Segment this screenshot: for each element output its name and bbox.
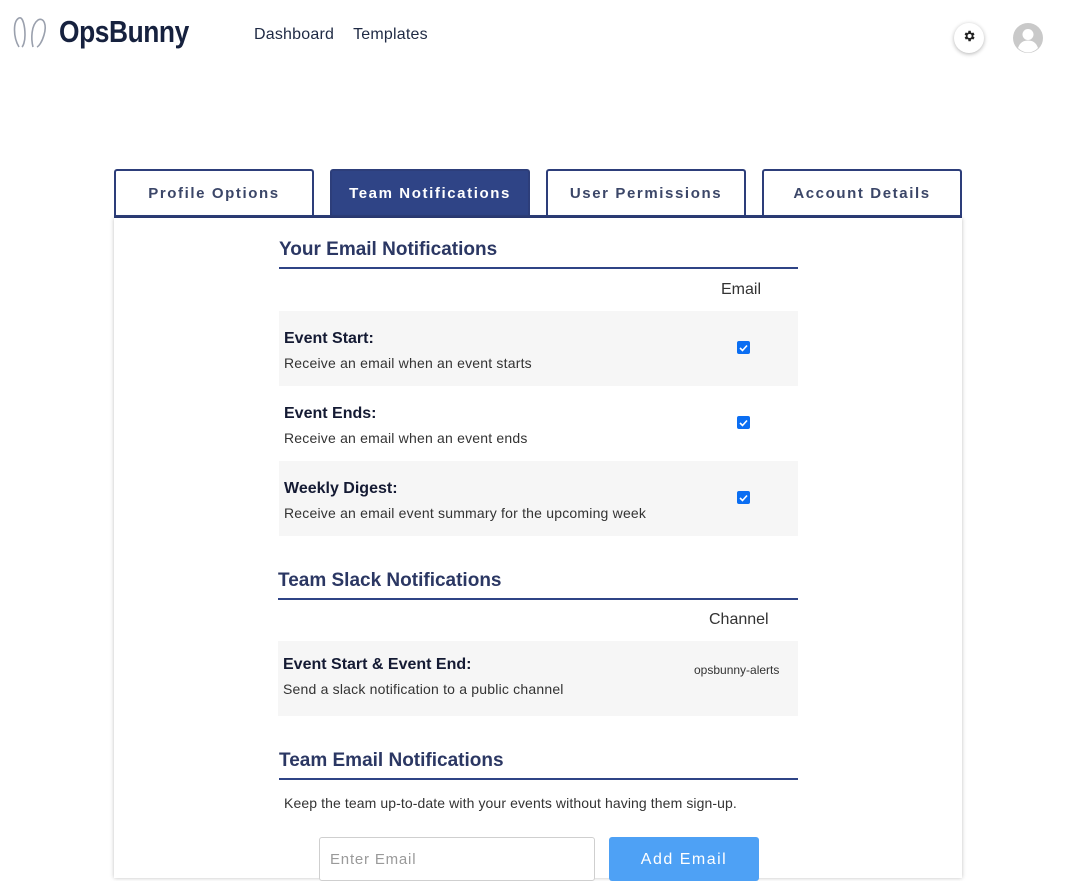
nav-dashboard[interactable]: Dashboard — [254, 26, 334, 44]
tab-team-notifications[interactable]: Team Notifications — [330, 169, 530, 215]
nav-templates[interactable]: Templates — [353, 26, 428, 44]
team-email-helper-text: Keep the team up-to-date with your event… — [284, 795, 737, 811]
notification-row-event-ends: Event Ends: Receive an email when an eve… — [279, 386, 798, 461]
event-start-checkbox[interactable] — [737, 341, 750, 354]
row-title: Event Start & Event End: — [283, 656, 472, 673]
event-ends-checkbox[interactable] — [737, 416, 750, 429]
team-email-title: Team Email Notifications — [279, 750, 798, 780]
weekly-digest-checkbox[interactable] — [737, 491, 750, 504]
settings-tabs: Profile Options Team Notifications User … — [114, 169, 962, 218]
row-title: Event Start: — [284, 330, 374, 347]
user-avatar-icon — [1013, 23, 1043, 57]
slack-row-event-start-end: Event Start & Event End: Send a slack no… — [278, 641, 798, 716]
slack-notifications-title: Team Slack Notifications — [278, 570, 798, 600]
tab-user-permissions[interactable]: User Permissions — [546, 169, 746, 215]
row-description: Receive an email when an event ends — [284, 430, 528, 446]
tab-account-details[interactable]: Account Details — [762, 169, 962, 215]
row-title: Event Ends: — [284, 405, 377, 422]
main-nav: Dashboard Templates — [254, 26, 428, 44]
row-description: Receive an email event summary for the u… — [284, 505, 647, 521]
team-email-input[interactable] — [319, 837, 595, 881]
channel-column-header: Channel — [709, 611, 769, 628]
email-column-header: Email — [721, 281, 762, 298]
row-title: Weekly Digest: — [284, 480, 398, 497]
add-email-button[interactable]: Add Email — [609, 837, 759, 881]
slack-channel-name: opsbunny-alerts — [694, 663, 780, 677]
settings-button[interactable] — [954, 23, 984, 53]
notification-row-weekly-digest: Weekly Digest: Receive an email event su… — [279, 461, 798, 536]
row-description: Receive an email when an event starts — [284, 355, 532, 371]
gear-icon — [962, 29, 976, 48]
notification-row-event-start: Event Start: Receive an email when an ev… — [279, 311, 798, 386]
bunny-ears-logo-icon — [11, 15, 51, 49]
avatar[interactable] — [1013, 23, 1043, 53]
email-notifications-title: Your Email Notifications — [279, 239, 798, 269]
logo[interactable]: OpsBunny — [11, 14, 212, 50]
brand-name: OpsBunny — [59, 14, 189, 49]
tab-profile-options[interactable]: Profile Options — [114, 169, 314, 215]
row-description: Send a slack notification to a public ch… — [283, 681, 564, 697]
